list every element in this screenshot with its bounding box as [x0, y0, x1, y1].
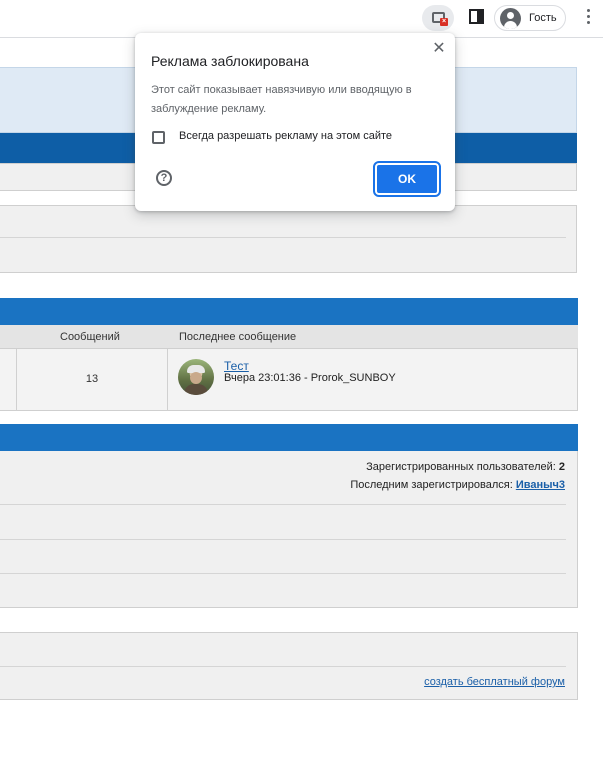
message-count: 13: [85, 373, 99, 385]
newest-user-stat: Последним зарегистрировался: Иваныч3: [350, 479, 565, 491]
divider: [0, 539, 566, 540]
popup-description: Этот сайт показывает навязчивую или ввод…: [151, 84, 412, 115]
forums-table-header: Сообщений Последнее сообщение: [0, 325, 578, 349]
profile-button[interactable]: Гость: [494, 5, 566, 31]
popup-title: Реклама заблокирована: [151, 53, 309, 69]
more-menu-icon[interactable]: [585, 8, 591, 28]
forum-info-panel: [0, 205, 577, 273]
registered-users-stat: Зарегистрированных пользователей: 2: [366, 461, 565, 473]
last-post-meta: Вчера 23:01:36 - Prorok_SUNBOY: [224, 372, 396, 384]
column-messages: Сообщений: [60, 331, 120, 343]
category-bar: [0, 298, 578, 325]
ads-blocked-popup: Реклама заблокирована ✕ Этот сайт показы…: [135, 33, 455, 211]
allow-ads-label[interactable]: Всегда разрешать рекламу на этом сайте: [179, 130, 392, 142]
newest-user-link[interactable]: Иваныч3: [516, 479, 565, 491]
stats-panel: Зарегистрированных пользователей: 2 Посл…: [0, 451, 578, 608]
newest-label: Последним зарегистрировался:: [350, 479, 513, 491]
divider: [0, 573, 566, 574]
profile-label: Гость: [529, 12, 557, 24]
last-post-link[interactable]: Тест: [224, 359, 249, 373]
footer-panel: создать бесплатный форум: [0, 632, 578, 700]
divider: [0, 237, 566, 238]
ads-blocked-icon[interactable]: ×: [422, 5, 454, 31]
registered-label: Зарегистрированных пользователей:: [366, 461, 556, 473]
stats-bar: [0, 424, 578, 451]
user-avatar[interactable]: [178, 359, 214, 395]
blocked-x-icon: ×: [440, 18, 448, 26]
ok-button[interactable]: OK: [373, 161, 441, 197]
help-icon[interactable]: ?: [156, 170, 172, 186]
column-last-post: Последнее сообщение: [179, 331, 297, 343]
avatar-icon: [500, 8, 521, 29]
allow-ads-checkbox[interactable]: [152, 131, 165, 144]
divider: [0, 666, 566, 667]
create-forum-link[interactable]: создать бесплатный форум: [424, 676, 565, 688]
side-panel-icon[interactable]: [469, 9, 484, 24]
registered-count: 2: [558, 461, 565, 473]
divider: [0, 504, 566, 505]
close-icon[interactable]: ✕: [429, 39, 449, 59]
